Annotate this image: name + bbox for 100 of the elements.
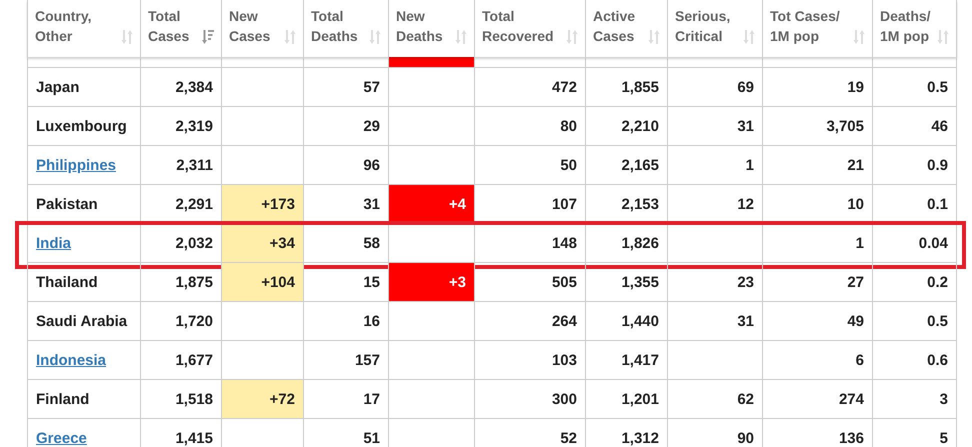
table-cell: 1,677	[140, 341, 221, 379]
table-cell: +34	[221, 224, 303, 262]
table-cell: 0.2	[872, 263, 957, 301]
table-cell: 90	[667, 419, 762, 447]
table-cell: 17	[303, 380, 388, 418]
country-link[interactable]: India	[36, 234, 72, 252]
column-title: Serious, Critical	[675, 7, 732, 46]
table-cell: +173	[221, 185, 303, 223]
table-cell: 0.6	[872, 341, 957, 379]
table-cell: 0.04	[872, 224, 957, 262]
country-link[interactable]: Indonesia	[36, 352, 106, 368]
column-header[interactable]: Tot Cases/ 1M pop	[762, 0, 872, 59]
table-cell: 2,153	[585, 185, 667, 223]
table-cell: 505	[474, 263, 585, 301]
table-cell: 1,312	[585, 419, 667, 447]
column-header[interactable]: Deaths/ 1M pop	[872, 0, 957, 59]
sort-icon[interactable]	[853, 30, 865, 44]
table-cell: 2,319	[140, 107, 221, 145]
country-name: Pakistan	[36, 196, 98, 212]
table-cell: 2,165	[585, 146, 667, 184]
table-cell: 31	[667, 302, 762, 340]
table-cell: +4	[388, 185, 474, 223]
table-cell: +3	[388, 263, 474, 301]
table-cell: 5	[872, 419, 957, 447]
table-cell: 472	[474, 68, 585, 106]
table-cell: 96	[303, 146, 388, 184]
table-cell: 1,355	[585, 263, 667, 301]
sort-icon[interactable]	[121, 30, 133, 44]
table-cell: 29	[303, 107, 388, 145]
country-name: Thailand	[36, 274, 98, 290]
sort-icon[interactable]	[369, 30, 381, 44]
table-cell: +104	[221, 263, 303, 301]
column-title: New Deaths	[396, 7, 444, 46]
table-cell: 23	[667, 263, 762, 301]
table-cell: 1,415	[140, 419, 221, 447]
table-cell: 1,440	[585, 302, 667, 340]
country-name: Finland	[36, 390, 90, 408]
column-header[interactable]: Active Cases	[585, 0, 667, 59]
table-cell: 52	[474, 419, 585, 447]
table-cell: 1	[667, 146, 762, 184]
table-cell: 21	[762, 146, 872, 184]
table-cell: 1,201	[585, 380, 667, 418]
table-cell: 31	[667, 107, 762, 145]
table-cell: 0.1	[872, 185, 957, 223]
table-cell: 136	[762, 419, 872, 447]
column-title: New Cases	[229, 7, 272, 46]
column-header[interactable]: Total Recovered	[474, 0, 585, 59]
sort-icon[interactable]	[284, 30, 296, 44]
column-title: Total Deaths	[311, 7, 359, 46]
table-cell: 1,855	[585, 68, 667, 106]
column-title: Total Recovered	[482, 7, 555, 46]
sort-icon[interactable]	[743, 30, 755, 44]
column-header[interactable]: Serious, Critical	[667, 0, 762, 59]
table-cell: 300	[474, 380, 585, 418]
sort-icon[interactable]	[937, 30, 949, 44]
table-cell: 2,384	[140, 68, 221, 106]
table-cell: 148	[474, 224, 585, 262]
table-cell: 62	[667, 380, 762, 418]
column-header[interactable]: Total Deaths	[303, 0, 388, 59]
table-cell: 6	[762, 341, 872, 379]
country-link[interactable]: Greece	[36, 430, 87, 446]
table-cell: 10	[762, 185, 872, 223]
table-cell: 103	[474, 341, 585, 379]
table-cell: 46	[872, 107, 957, 145]
sort-icon[interactable]	[648, 30, 660, 44]
sort-icon[interactable]	[566, 30, 578, 44]
table-cell: 0.9	[872, 146, 957, 184]
table-cell: 80	[474, 107, 585, 145]
table-cell: 0.5	[872, 68, 957, 106]
column-title: Active Cases	[593, 7, 636, 46]
sort-descending-icon[interactable]	[202, 30, 214, 44]
table-cell: +72	[221, 380, 303, 418]
table-cell: 2,210	[585, 107, 667, 145]
table-cell: 27	[762, 263, 872, 301]
table-cell: 16	[303, 302, 388, 340]
column-header[interactable]: Country, Other	[27, 0, 140, 59]
country-link[interactable]: Philippines	[36, 156, 116, 174]
country-name: Saudi Arabia	[36, 312, 128, 330]
table-cell: 157	[303, 341, 388, 379]
table-cell: 49	[762, 302, 872, 340]
table-cell: 1,417	[585, 341, 667, 379]
sort-icon[interactable]	[455, 30, 467, 44]
table-cell: 3	[872, 380, 957, 418]
table-cell: 274	[762, 380, 872, 418]
column-title: Deaths/ 1M pop	[880, 7, 932, 46]
table-cell: 0.5	[872, 302, 957, 340]
column-title: Tot Cases/ 1M pop	[770, 7, 841, 46]
table-cell: 51	[303, 419, 388, 447]
country-name: Japan	[36, 78, 80, 96]
column-title: Country, Other	[35, 7, 93, 46]
column-title: Total Cases	[148, 7, 190, 46]
table-cell: 2,311	[140, 146, 221, 184]
column-header[interactable]: New Cases	[221, 0, 303, 59]
table-cell: 57	[303, 68, 388, 106]
table-cell: 19	[762, 68, 872, 106]
table-cell: 69	[667, 68, 762, 106]
table-cell: 264	[474, 302, 585, 340]
table-cell: 58	[303, 224, 388, 262]
table-cell: 1,720	[140, 302, 221, 340]
column-header[interactable]: Total Cases	[140, 0, 221, 59]
